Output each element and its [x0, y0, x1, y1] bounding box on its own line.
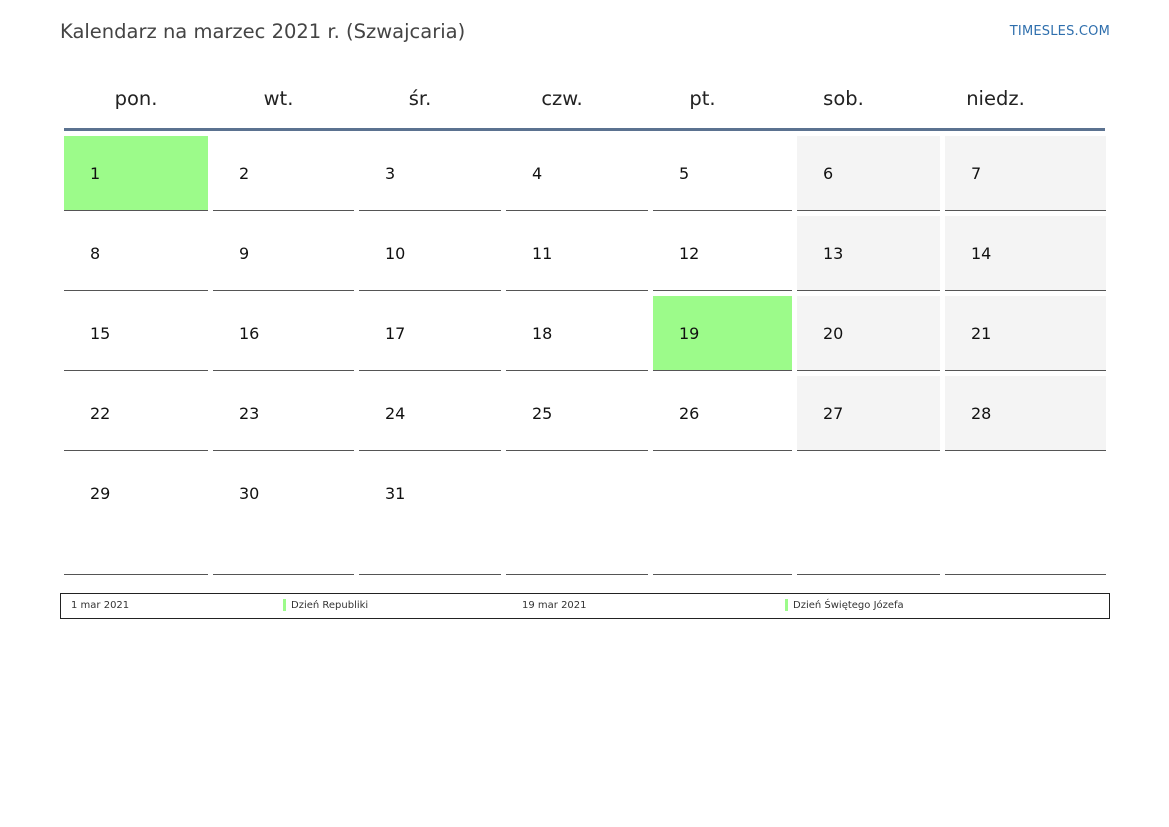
- day-number: 21: [971, 324, 992, 343]
- day-cell: 23: [213, 376, 354, 451]
- holiday-color-marker: [283, 599, 286, 611]
- holiday-date: 19 mar 2021: [522, 600, 587, 611]
- day-number: 14: [971, 244, 992, 263]
- day-number: 5: [679, 164, 690, 183]
- weekday-sun: niedz.: [966, 87, 1025, 110]
- day-number: 6: [823, 164, 834, 183]
- weekday-wed: śr.: [408, 87, 432, 110]
- day-cell: 16: [213, 296, 354, 371]
- day-number: 19: [679, 324, 700, 343]
- day-cell: 31: [359, 456, 501, 575]
- day-number: 16: [239, 324, 260, 343]
- day-number: 15: [90, 324, 111, 343]
- empty-cell: [797, 456, 940, 575]
- empty-cell: [506, 456, 648, 575]
- holiday-date: 1 mar 2021: [71, 600, 130, 611]
- weekday-header-row: pon. wt. śr. czw. pt. sob. niedz.: [64, 82, 1105, 131]
- day-number: 31: [385, 484, 406, 503]
- day-cell: 20: [797, 296, 940, 371]
- day-number: 23: [239, 404, 260, 423]
- weekday-mon: pon.: [114, 87, 158, 110]
- holiday-name: Dzień Republiki: [291, 600, 369, 611]
- day-cell: 30: [213, 456, 354, 575]
- day-cell: 27: [797, 376, 940, 451]
- day-cell: 3: [359, 136, 501, 211]
- day-number: 1: [90, 164, 101, 183]
- day-cell: 5: [653, 136, 792, 211]
- day-cell: 11: [506, 216, 648, 291]
- day-cell: 7: [945, 136, 1106, 211]
- day-number: 20: [823, 324, 844, 343]
- day-number: 22: [90, 404, 111, 423]
- day-cell: 2: [213, 136, 354, 211]
- day-number: 10: [385, 244, 406, 263]
- holiday-color-marker: [785, 599, 788, 611]
- day-cell: 15: [64, 296, 208, 371]
- weekday-fri: pt.: [689, 87, 716, 110]
- day-grid: 1 2 3 4 5 6 7 8 9 10 11 12 13 14 15 16 1…: [64, 136, 1106, 575]
- day-number: 27: [823, 404, 844, 423]
- day-number: 29: [90, 484, 111, 503]
- day-cell: 25: [506, 376, 648, 451]
- day-cell: 10: [359, 216, 501, 291]
- day-number: 8: [90, 244, 101, 263]
- day-number: 17: [385, 324, 406, 343]
- day-cell: 18: [506, 296, 648, 371]
- day-cell: 29: [64, 456, 208, 575]
- day-cell: 28: [945, 376, 1106, 451]
- day-number: 18: [532, 324, 553, 343]
- day-cell: 19: [653, 296, 792, 371]
- day-number: 12: [679, 244, 700, 263]
- day-number: 7: [971, 164, 982, 183]
- weekday-thu: czw.: [541, 87, 583, 110]
- empty-cell: [653, 456, 792, 575]
- calendar: pon. wt. śr. czw. pt. sob. niedz. 1 2 3 …: [64, 82, 1106, 575]
- day-number: 9: [239, 244, 250, 263]
- day-number: 28: [971, 404, 992, 423]
- day-number: 30: [239, 484, 260, 503]
- weekday-sat: sob.: [823, 87, 864, 110]
- day-cell: 22: [64, 376, 208, 451]
- day-cell: 9: [213, 216, 354, 291]
- day-cell: 21: [945, 296, 1106, 371]
- day-cell: 8: [64, 216, 208, 291]
- day-number: 13: [823, 244, 844, 263]
- day-cell: 17: [359, 296, 501, 371]
- holiday-legend: 1 mar 2021 Dzień Republiki 19 mar 2021 D…: [60, 593, 1110, 619]
- day-number: 2: [239, 164, 250, 183]
- holiday-name: Dzień Świętego Józefa: [793, 600, 904, 611]
- page-title: Kalendarz na marzec 2021 r. (Szwajcaria): [60, 20, 466, 43]
- day-number: 3: [385, 164, 396, 183]
- day-number: 11: [532, 244, 553, 263]
- day-cell: 4: [506, 136, 648, 211]
- day-number: 26: [679, 404, 700, 423]
- weekday-tue: wt.: [263, 87, 294, 110]
- day-cell: 1: [64, 136, 208, 211]
- day-cell: 14: [945, 216, 1106, 291]
- day-number: 25: [532, 404, 553, 423]
- empty-cell: [945, 456, 1106, 575]
- day-cell: 24: [359, 376, 501, 451]
- day-cell: 6: [797, 136, 940, 211]
- day-cell: 26: [653, 376, 792, 451]
- day-number: 4: [532, 164, 543, 183]
- brand-link[interactable]: TIMESLES.COM: [1010, 24, 1110, 39]
- day-cell: 13: [797, 216, 940, 291]
- day-number: 24: [385, 404, 406, 423]
- day-cell: 12: [653, 216, 792, 291]
